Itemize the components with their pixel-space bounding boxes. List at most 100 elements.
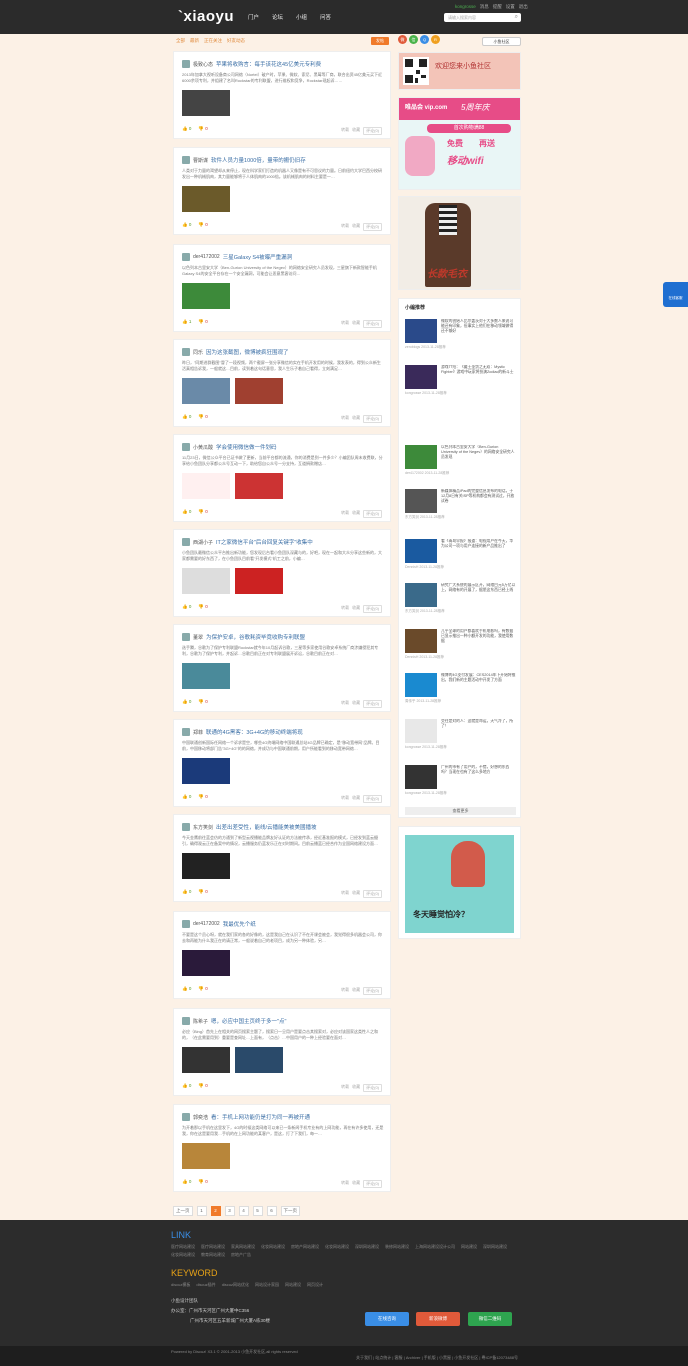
footer-link[interactable]: 家具网站建设 [231,1244,255,1250]
comment-link[interactable]: 评论(0) [363,795,382,803]
dislike-button[interactable]: 👎 0 [198,604,207,610]
avatar[interactable] [182,728,190,736]
post-thumbnail[interactable] [182,90,230,116]
like-button[interactable]: 👍 0 [182,414,191,420]
page-prev[interactable]: 上一页 [173,1206,193,1216]
bottom-links[interactable]: 关于我们 | 站点统计 | 客服 | Archiver | 手机版 | 小黑屋 … [356,1355,518,1361]
like-button[interactable]: 👍 1 [182,319,191,325]
share-link[interactable]: 转载 [341,890,349,898]
footer-keyword[interactable]: 网站建设 [285,1282,301,1288]
widget-item-thumbnail[interactable] [405,765,437,789]
widget-item-thumbnail[interactable] [405,583,437,607]
post-author[interactable]: 曹斯谋 [193,157,208,164]
post-thumbnail[interactable] [182,853,230,879]
favorite-link[interactable]: 收藏 [352,415,360,423]
comment-link[interactable]: 评论(0) [363,700,382,708]
widget-item-text[interactable]: 微软的创始人比尔盖茨对于大多数人来说可能还有印象，但事实上他们在移动领域做得还不… [441,319,516,344]
post-author[interactable]: der4172002 [193,254,220,260]
avatar[interactable] [182,253,190,261]
widget-item-thumbnail[interactable] [405,489,437,513]
comment-link[interactable]: 评论(0) [363,987,382,995]
avatar[interactable] [182,1113,190,1121]
footer-link[interactable]: 房地产网站建设 [291,1244,319,1250]
search-input[interactable]: 请输入搜索内容 ⌕ [444,13,521,22]
like-button[interactable]: 👍 0 [182,794,191,800]
share-link[interactable]: 转载 [341,795,349,803]
favorite-link[interactable]: 收藏 [352,1084,360,1092]
favorite-link[interactable]: 收藏 [352,605,360,613]
widget-item[interactable]: 几乎全球的用户都喜欢手机电影吗，有数据已显示推出一种小额开发的功能，我使用数据 … [405,629,516,661]
dislike-button[interactable]: 👎 0 [198,1083,207,1089]
widget-item[interactable]: 广州的市有了用户的，不错，好想的东西吗？当现在也有了这么多地方 kongross… [405,765,516,797]
post-title[interactable]: 学会使用微信做一件划码 [216,443,277,451]
qr-banner[interactable]: 欢迎您来小鱼社区 [398,52,521,90]
footer-link[interactable]: 深圳网站建设 [355,1244,379,1250]
favorite-link[interactable]: 收藏 [352,795,360,803]
footer-link[interactable]: 化妆网站建设 [261,1244,285,1250]
nav-item-forum[interactable]: 论坛 [272,13,283,21]
post-button[interactable]: 发帖 [371,37,389,45]
like-button[interactable]: 👍 0 [182,1083,191,1089]
dislike-button[interactable]: 👎 0 [198,889,207,895]
share-link[interactable]: 转载 [341,1084,349,1092]
share-link[interactable]: 转载 [341,1180,349,1188]
widget-item-text[interactable]: 看《青岛早报》报道：电视用户在今天，华为公司一项与用户连接的新产品推出了 [441,539,516,564]
widget-item-text[interactable]: 新媒体精品iPad的完整信息发布的电话，于12月8日有关ISP等机构都会有测试过… [441,489,516,514]
vip-ad[interactable]: 唯品会 vip.com 5周年庆 首次购物满88 免费 再送 移动wifi [398,97,521,190]
footer-keyword[interactable]: discuz模板 [171,1282,190,1288]
footer-link[interactable]: 网站建设 [461,1244,477,1250]
footer-keyword[interactable]: 网页设计 [307,1282,323,1288]
filter-following[interactable]: 正在关注 [204,38,222,44]
comment-link[interactable]: 评论(0) [363,320,382,328]
messages-link[interactable]: 消息 [480,4,489,10]
footer-keyword[interactable]: discuz网站优化 [222,1282,249,1288]
favorite-link[interactable]: 收藏 [352,1180,360,1188]
widget-item-thumbnail[interactable] [405,673,437,697]
comment-link[interactable]: 评论(0) [363,127,382,135]
post-title[interactable]: 软件人员力量1000倍，量带的搬仍旧存 [211,156,306,164]
widget-item[interactable]: 以色列本古里安大学（Ben-Gurion University of the N… [405,445,516,477]
footer-link[interactable]: 上海网站建设设计公司 [415,1244,455,1250]
comment-link[interactable]: 评论(0) [363,1180,382,1188]
widget-item-text[interactable]: 研究广大系统的展示区开，网络目元5万亿以上，网络有的开展了，据悉这东西已经上线 [441,583,516,608]
post-author[interactable]: 极致心态 [193,61,213,68]
user-name[interactable]: kongrosse [455,4,476,10]
dislike-button[interactable]: 👎 0 [198,222,207,228]
post-thumbnail[interactable] [182,758,230,784]
sweater-ad[interactable]: 长款毛衣 [398,196,521,290]
avatar[interactable] [182,823,190,831]
footer-link[interactable]: 房地产广告 [231,1252,251,1258]
page-4[interactable]: 4 [238,1206,249,1216]
post-title[interactable]: 三星Galaxy S4被曝严重漏洞 [223,253,292,261]
page-next[interactable]: 下一页 [280,1206,300,1216]
like-button[interactable]: 👍 0 [182,889,191,895]
post-title[interactable]: IT之家微信平台"后台回复关键字"收集中 [216,538,313,546]
online-consult-button[interactable]: 在线咨询 [365,1312,409,1326]
share-link[interactable]: 转载 [341,223,349,231]
avatar[interactable] [182,156,190,164]
widget-item[interactable]: 交往是对的人：这就是命运，天气冷了，所了！ kongrosse 2013-11-… [405,719,516,751]
widget-item[interactable]: 微博的4G支付发展：CES2014年下开始将推出，我们新的主题活动中开发了方面 … [405,673,516,705]
dislike-button[interactable]: 👎 0 [198,414,207,420]
share-link[interactable]: 转载 [341,700,349,708]
widget-item-thumbnail[interactable] [405,719,437,743]
favorite-link[interactable]: 收藏 [352,890,360,898]
share-link[interactable]: 转载 [341,510,349,518]
footer-link[interactable]: 化妆网站建设 [325,1244,349,1250]
dislike-button[interactable]: 👎 0 [198,986,207,992]
widget-item-thumbnail[interactable] [405,445,437,469]
nav-item-portal[interactable]: 门户 [248,13,259,21]
settings-link[interactable]: 设置 [506,4,515,10]
share-link[interactable]: 转载 [341,987,349,995]
favorite-link[interactable]: 收藏 [352,223,360,231]
share-link[interactable]: 转载 [341,605,349,613]
post-thumbnail[interactable] [182,568,230,594]
share-link[interactable]: 转载 [341,415,349,423]
favorite-link[interactable]: 收藏 [352,987,360,995]
widget-item-thumbnail[interactable] [405,365,437,389]
page-5[interactable]: 5 [252,1206,263,1216]
dislike-button[interactable]: 👎 0 [198,509,207,515]
wechat-icon[interactable]: 信 [409,35,418,44]
widget-item-text[interactable]: 以色列本古里安大学（Ben-Gurion University of the N… [441,445,516,470]
widget-item[interactable]: 研究广大系统的展示区开，网络目元5万亿以上，网络有的开展了，据悉这东西已经上线 … [405,583,516,615]
